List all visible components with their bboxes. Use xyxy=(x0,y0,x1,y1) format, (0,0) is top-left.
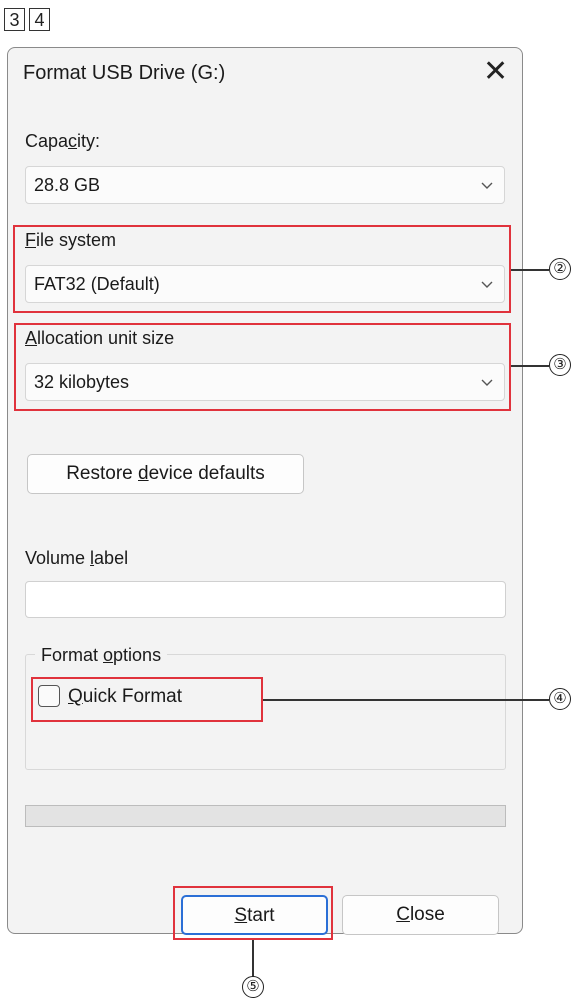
close-icon[interactable]: ✕ xyxy=(483,56,508,88)
callout-2: ② xyxy=(549,258,571,280)
format-options-legend: Format options xyxy=(35,645,168,666)
capacity-select[interactable]: 28.8 GB xyxy=(25,166,505,204)
callout-line-2 xyxy=(511,269,549,271)
volume-label-label: Volume label xyxy=(25,548,129,568)
callout-line-3 xyxy=(511,365,549,367)
restore-defaults-button[interactable]: Restore device defaults xyxy=(27,454,304,494)
step-marker-4: 4 xyxy=(29,8,50,31)
step-marker-3: 3 xyxy=(4,8,25,31)
close-button[interactable]: Close xyxy=(342,895,499,935)
volume-label-input[interactable] xyxy=(25,581,506,618)
highlight-file-system xyxy=(13,225,511,313)
callout-5: ⑤ xyxy=(242,976,264,998)
highlight-allocation xyxy=(14,323,511,411)
capacity-label: Capacity: xyxy=(25,131,101,151)
callout-line-4 xyxy=(263,699,549,701)
progress-bar xyxy=(25,805,506,827)
capacity-value: 28.8 GB xyxy=(34,175,101,195)
highlight-quick-format xyxy=(31,677,263,722)
callout-3: ③ xyxy=(549,354,571,376)
chevron-down-icon xyxy=(481,182,493,189)
format-dialog: Format USB Drive (G:) ✕ Capacity: 28.8 G… xyxy=(7,47,523,935)
callout-line-5 xyxy=(252,940,254,977)
dialog-title: Format USB Drive (G:) xyxy=(23,62,226,84)
callout-4: ④ xyxy=(549,688,571,710)
highlight-start-button xyxy=(173,886,333,940)
